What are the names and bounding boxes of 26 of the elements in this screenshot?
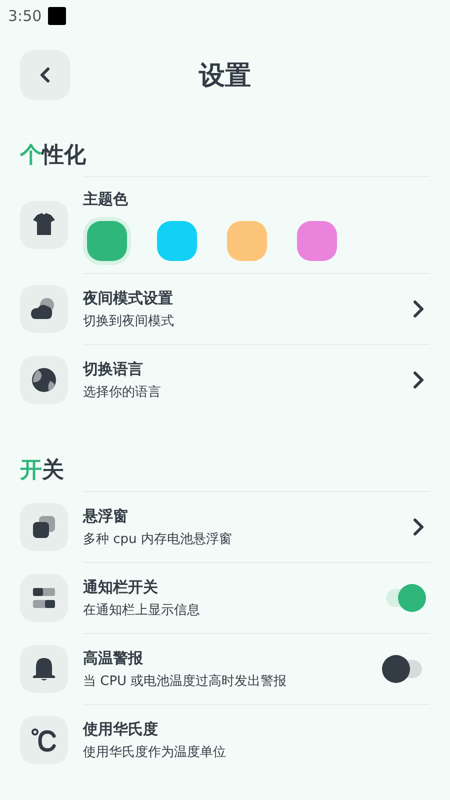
setting-title: 通知栏开关: [83, 578, 159, 596]
notification-icon: [48, 7, 66, 25]
setting-description: 切换到夜间模式: [83, 312, 175, 330]
section-title: 开关: [20, 457, 64, 485]
page-title: 设置: [198, 60, 252, 92]
setting-title: 高温警报: [83, 648, 144, 668]
setting-description: 选择你的语言: [83, 384, 162, 400]
status-time: 3:50: [8, 7, 42, 25]
setting-description: 多种 cpu 内存电池悬浮窗: [83, 530, 233, 548]
setting-title: 悬浮窗: [83, 506, 129, 526]
setting-description: 当 CPU 或电池温度过高时发出警报: [83, 672, 288, 690]
chevron-right-icon[interactable]: [412, 370, 426, 390]
back-button[interactable]: [20, 50, 70, 100]
theme-color-swatch[interactable]: [157, 220, 197, 260]
setting-title: 主题色: [83, 190, 129, 208]
theme-color-swatch[interactable]: [227, 220, 267, 260]
setting-title: 切换语言: [83, 360, 144, 378]
setting-title: 使用华氏度: [83, 720, 159, 738]
setting-description: 使用华氏度作为温度单位: [83, 744, 227, 760]
setting-title: 夜间模式设置: [83, 288, 174, 308]
theme-color-swatch[interactable]: [297, 220, 337, 260]
section-title: 个性化: [20, 142, 86, 170]
theme-color-swatch[interactable]: [87, 220, 127, 260]
chevron-right-icon[interactable]: [412, 517, 426, 537]
setting-description: 在通知栏上显示信息: [83, 602, 201, 618]
chevron-right-icon[interactable]: [412, 299, 426, 319]
